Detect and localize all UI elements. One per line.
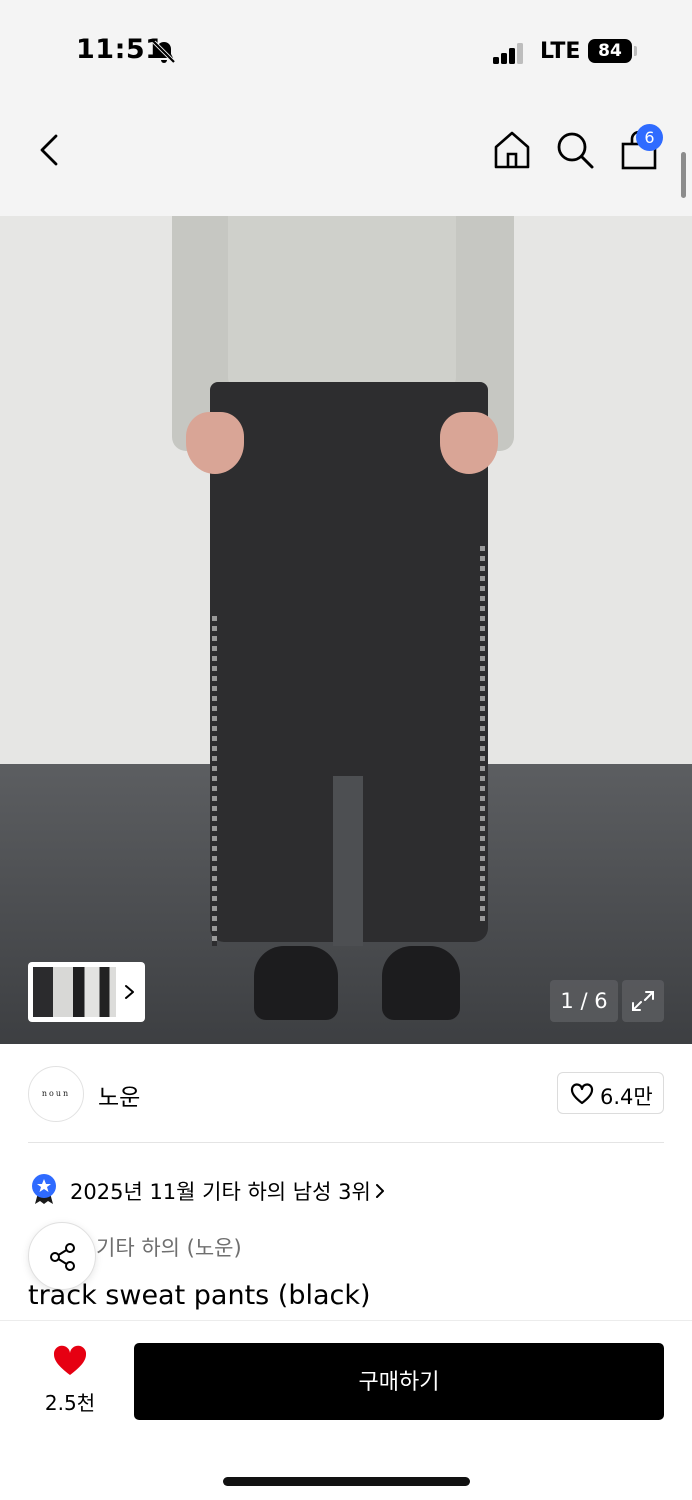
divider — [28, 1142, 664, 1143]
home-icon[interactable] — [490, 128, 534, 172]
chevron-right-icon — [125, 985, 134, 999]
home-indicator[interactable] — [223, 1477, 470, 1486]
ranking-text: 2025년 11월 기타 하의 남성 3위 — [70, 1180, 371, 1204]
brand-name[interactable]: 노운 — [98, 1078, 140, 1112]
expand-icon — [632, 991, 654, 1011]
rank-badge-icon — [32, 1174, 56, 1204]
product-title: track sweat pants (black) — [28, 1280, 371, 1311]
nav-bar — [0, 100, 692, 216]
brand-like-count: 6.4만 — [600, 1085, 653, 1109]
heart-outline-icon — [570, 1083, 594, 1105]
brand-logo[interactable]: noun — [28, 1066, 84, 1122]
bell-slash-icon — [152, 40, 176, 64]
network-label: LTE — [540, 39, 581, 64]
expand-button[interactable] — [622, 980, 664, 1022]
product-image[interactable] — [0, 216, 692, 1044]
back-chevron-icon[interactable] — [28, 128, 72, 172]
search-icon[interactable] — [553, 128, 597, 172]
share-icon — [50, 1243, 75, 1271]
cart-count-badge: 6 — [636, 124, 663, 151]
battery-tip — [634, 46, 637, 56]
status-bar: 11:51 LTE 84 — [0, 0, 692, 100]
bottom-bar: 2.5천 구매하기 — [0, 1320, 692, 1500]
chevron-right-icon — [376, 1184, 384, 1198]
battery-icon: 84 — [588, 39, 632, 63]
product-category[interactable]: 기타 하의 (노운) — [96, 1232, 242, 1262]
brand-like-button[interactable]: 6.4만 — [557, 1072, 664, 1114]
wish-count: 2.5천 — [44, 1391, 96, 1415]
buy-button[interactable]: 구매하기 — [134, 1343, 664, 1420]
scrollbar[interactable] — [681, 152, 686, 198]
image-counter: 1 / 6 — [550, 980, 618, 1022]
heart-filled-icon — [53, 1345, 87, 1375]
signal-icon — [493, 42, 525, 64]
wish-button[interactable]: 2.5천 — [30, 1345, 110, 1415]
thumbnail-image — [33, 967, 116, 1017]
